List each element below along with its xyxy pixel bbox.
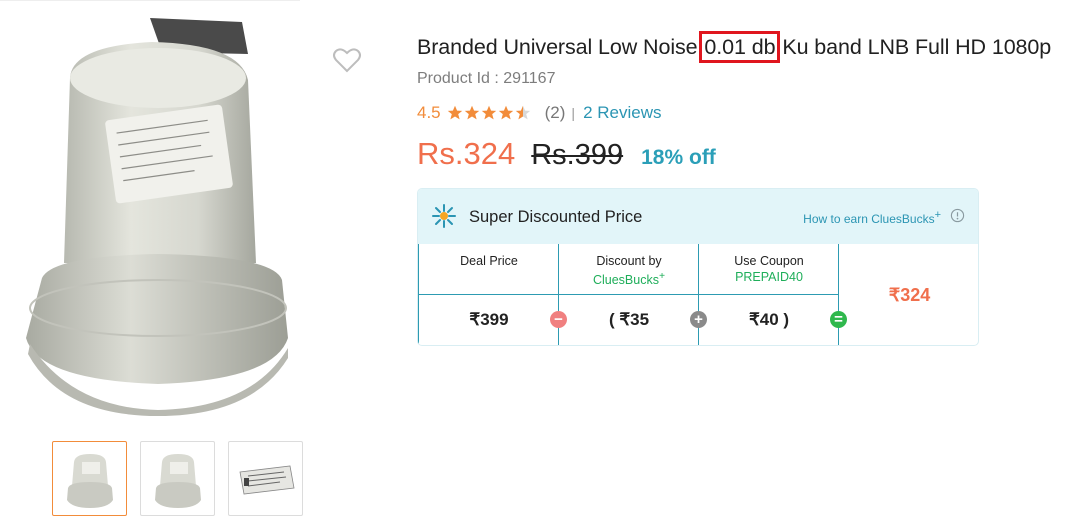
cluesbucks-plus: + xyxy=(658,271,666,282)
reviews-link[interactable]: 2 Reviews xyxy=(583,103,661,123)
half-star-icon xyxy=(515,105,530,120)
rating-value: 4.5 xyxy=(417,103,441,122)
coupon-label-text: Use Coupon xyxy=(734,254,804,268)
price-row: Rs.324 Rs.399 18% off xyxy=(417,136,716,172)
coupon-value: ₹40 ) xyxy=(748,310,790,329)
cluesbucks-value: ( ₹35 xyxy=(608,310,650,329)
earn-link-plus: + xyxy=(934,209,941,221)
minus-icon: − xyxy=(550,311,567,328)
selling-price: Rs.324 xyxy=(417,136,516,171)
rating-separator: | xyxy=(571,105,576,121)
heart-icon xyxy=(333,48,361,73)
discount-percent: 18% off xyxy=(641,146,716,169)
thumbnail-lnb-image xyxy=(66,453,113,508)
info-icon[interactable] xyxy=(950,208,965,223)
mrp-price: Rs.399 xyxy=(531,139,624,171)
cluesbucks-label: Discount by CluesBucks+ xyxy=(559,253,699,288)
cluesbucks-sub-text: CluesBucks xyxy=(592,273,659,288)
title-highlight: 0.01 db xyxy=(699,31,781,63)
rating-count: (2) xyxy=(544,103,566,122)
title-text-start: Branded Universal Low Noise xyxy=(417,35,704,59)
thumbnail-3[interactable] xyxy=(228,441,303,516)
product-id: Product Id : 291167 xyxy=(417,70,556,87)
product-title: Branded Universal Low Noise 0.01 db Ku b… xyxy=(417,31,1052,63)
title-text-end: Ku band LNB Full HD 1080p xyxy=(776,35,1052,59)
thumbnail-label-image xyxy=(239,465,294,494)
thumbnail-2[interactable] xyxy=(140,441,215,516)
plus-icon: + xyxy=(690,311,707,328)
coupon-code: PREPAID40 xyxy=(735,270,803,284)
rating-row: 4.5 (2) | 2 Reviews xyxy=(417,103,661,123)
coupon-label: Use Coupon PREPAID40 xyxy=(699,253,839,285)
offer-box: Super Discounted Price How to earn Clues… xyxy=(417,188,979,346)
discount-badge-icon xyxy=(432,204,456,228)
row-divider xyxy=(419,294,838,295)
product-image[interactable] xyxy=(12,8,302,416)
thumbnail-1[interactable] xyxy=(52,441,127,516)
top-divider xyxy=(0,0,300,1)
star-icon xyxy=(447,105,462,120)
thumbnail-lnb-image xyxy=(154,453,201,508)
deal-price-value: ₹399 xyxy=(469,310,509,329)
offer-title: Super Discounted Price xyxy=(469,208,643,226)
star-icon xyxy=(498,105,513,120)
thumbnail-strip xyxy=(52,441,303,516)
deal-price-label: Deal Price xyxy=(460,254,518,268)
final-price: ₹324 xyxy=(888,285,931,305)
price-calculation: Deal Price ₹399 Discount by CluesBucks+ … xyxy=(418,244,847,345)
cluesbucks-label-text: Discount by xyxy=(596,254,662,268)
earn-link-text: How to earn CluesBucks xyxy=(803,212,935,226)
wishlist-button[interactable] xyxy=(332,46,362,74)
offer-header: Super Discounted Price How to earn Clues… xyxy=(418,189,978,244)
star-icon xyxy=(464,105,479,120)
star-icon xyxy=(481,105,496,120)
rating-stars xyxy=(447,105,531,121)
cluesbucks-sub: CluesBucks+ xyxy=(559,269,699,288)
earn-cluesbucks-link[interactable]: How to earn CluesBucks+ xyxy=(803,209,941,226)
lnb-image xyxy=(26,18,288,416)
